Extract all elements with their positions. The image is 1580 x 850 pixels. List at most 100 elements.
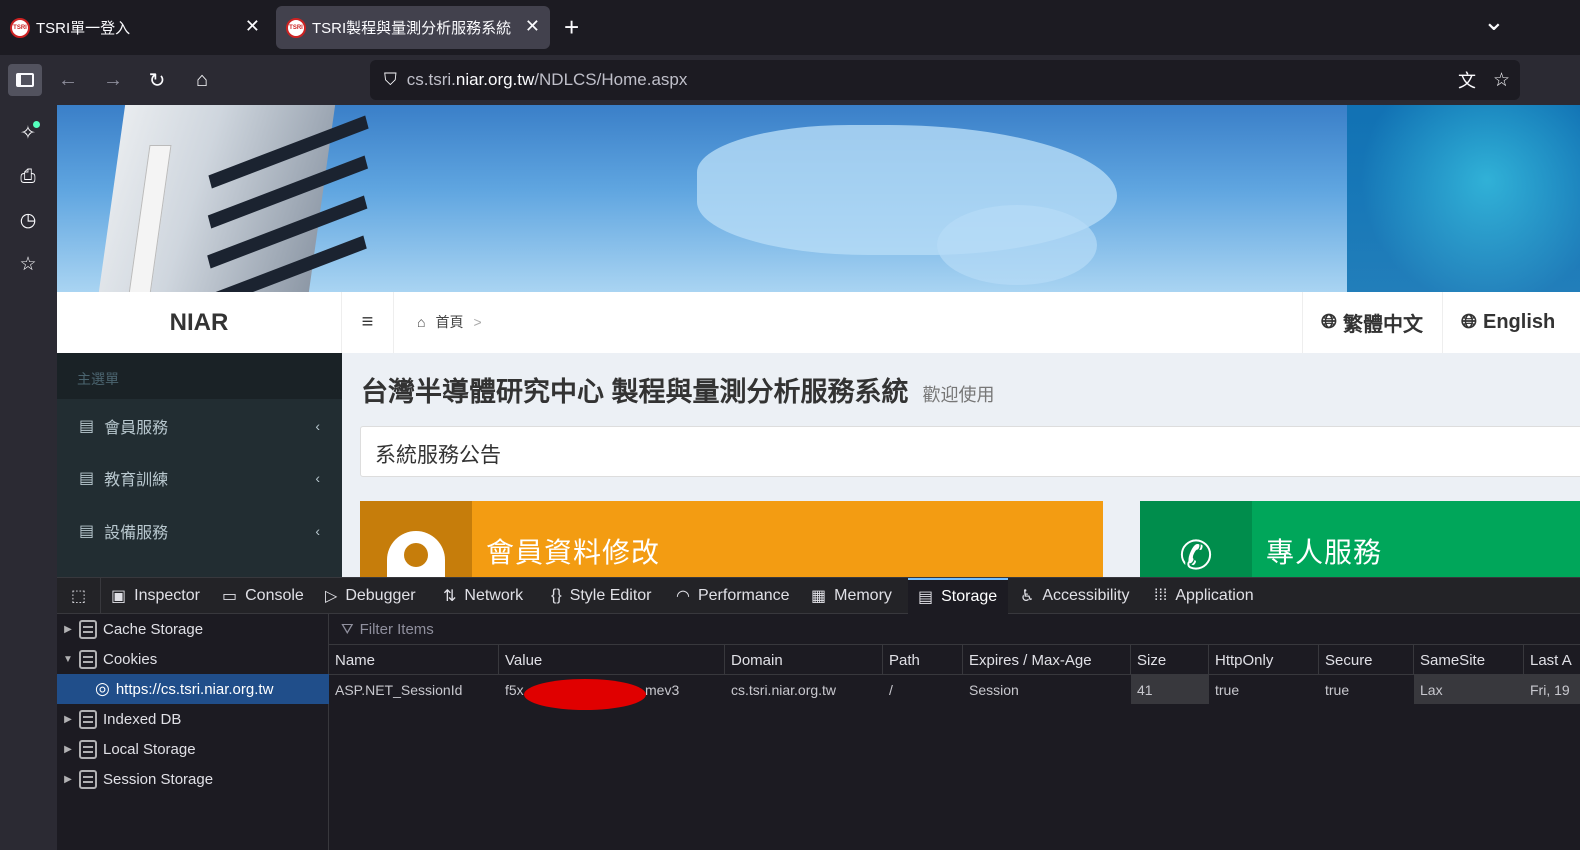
new-tab-button[interactable]: + bbox=[564, 12, 579, 43]
tab-network[interactable]: ⇅ Network bbox=[433, 578, 533, 614]
service-notice-panel: 系統服務公告 bbox=[360, 426, 1580, 477]
cell-domain: cs.tsri.niar.org.tw bbox=[731, 681, 837, 698]
page-title: 台灣半導體研究中心 製程與量測分析服務系統 歡迎使用 bbox=[361, 370, 995, 409]
lang-en-button[interactable]: 🌐︎ English bbox=[1442, 292, 1580, 353]
memory-icon: ▦ bbox=[811, 588, 827, 605]
tree-label: Local Storage bbox=[103, 740, 196, 758]
tree-indexed-db[interactable]: ▶ Indexed DB bbox=[57, 704, 329, 734]
menu-item-education[interactable]: ▤ 教育訓練 ‹ bbox=[57, 452, 342, 504]
synced-tabs-icon[interactable]: ⎙ bbox=[12, 161, 44, 193]
bookmark-star-icon[interactable]: ☆ bbox=[1493, 69, 1510, 92]
redaction-mark bbox=[524, 679, 646, 710]
collapse-arrow-icon[interactable]: ▼ bbox=[57, 654, 79, 665]
tab-application[interactable]: ⁞⁞⁞ Application bbox=[1144, 578, 1264, 614]
pick-element-icon: ⬚ bbox=[70, 588, 87, 605]
menu-item-member[interactable]: ▤ 會員服務 ‹ bbox=[57, 400, 342, 452]
col-httponly[interactable]: HttpOnly bbox=[1209, 645, 1319, 675]
home-button[interactable]: ⌂ bbox=[186, 64, 218, 96]
tab-inspector[interactable]: ▣ Inspector bbox=[101, 578, 210, 614]
building-image bbox=[98, 105, 369, 292]
tab-accessibility[interactable]: ♿︎ Accessibility bbox=[1010, 578, 1139, 614]
col-name[interactable]: Name bbox=[329, 645, 499, 675]
tab-storage[interactable]: ▤ Storage bbox=[908, 578, 1008, 614]
lang-en-label: English bbox=[1483, 311, 1556, 333]
lang-zh-button[interactable]: 🌐︎ 繁體中文 bbox=[1302, 292, 1442, 353]
translate-icon[interactable]: 文 bbox=[1458, 67, 1476, 93]
card-personal-service[interactable]: ✆ 專人服務 bbox=[1140, 501, 1580, 577]
menu-toggle-button[interactable]: ≡ bbox=[342, 292, 394, 353]
browser-sidebar: ✧ ⎙ ◷ ☆ bbox=[0, 105, 57, 850]
url-host: cs.tsri. bbox=[406, 70, 456, 89]
sidebar-toggle-button[interactable] bbox=[8, 64, 42, 96]
card-member-profile[interactable]: 會員資料修改 bbox=[360, 501, 1103, 577]
inspector-icon: ▣ bbox=[111, 588, 127, 605]
col-expires[interactable]: Expires / Max-Age bbox=[963, 645, 1131, 675]
tree-local-storage[interactable]: ▶ Local Storage bbox=[57, 734, 329, 764]
tree-cache-storage[interactable]: ▶ Cache Storage bbox=[57, 614, 329, 644]
forward-button[interactable]: → bbox=[97, 64, 129, 96]
database-icon bbox=[79, 769, 97, 789]
site-logo[interactable]: NIAR bbox=[57, 292, 342, 353]
expand-arrow-icon[interactable]: ▶ bbox=[57, 624, 79, 635]
console-icon: ▭ bbox=[222, 588, 238, 605]
cookie-table-panel: ⛛ Filter Items Name Value Domain Path Exp… bbox=[329, 614, 1580, 850]
tsri-favicon-icon: TSRI bbox=[286, 17, 306, 38]
reload-button[interactable]: ↻ bbox=[141, 64, 173, 96]
devtools-panel: ⬚ ▣ Inspector ▭ Console ▷ Debugger ⇅ Network… bbox=[57, 577, 1580, 850]
menu-item-label: 設備服務 bbox=[104, 525, 169, 542]
breadcrumb-separator: > bbox=[473, 314, 482, 330]
arrow-right-icon: → bbox=[103, 68, 123, 91]
book-icon: ▤ bbox=[79, 470, 95, 487]
accessibility-icon: ♿︎ bbox=[1020, 588, 1035, 605]
menu-item-label: 會員服務 bbox=[104, 420, 169, 437]
col-secure[interactable]: Secure bbox=[1319, 645, 1414, 675]
hamburger-icon: ≡ bbox=[361, 311, 374, 333]
cell-samesite: Lax bbox=[1414, 675, 1524, 704]
tab-label: Style Editor bbox=[569, 587, 652, 604]
ai-chatbot-icon[interactable]: ✧ bbox=[12, 117, 44, 149]
tree-label: Cookies bbox=[103, 650, 158, 668]
expand-arrow-icon[interactable]: ▶ bbox=[57, 744, 79, 755]
cell-httponly: true bbox=[1215, 681, 1240, 698]
close-tab-icon[interactable]: ✕ bbox=[525, 16, 540, 37]
list-all-tabs-button[interactable]: ⌄ bbox=[1483, 6, 1505, 37]
tree-cookies[interactable]: ▼ Cookies bbox=[57, 644, 329, 674]
filter-placeholder: Filter Items bbox=[359, 620, 434, 638]
breadcrumb: ⌂ 首頁 > bbox=[417, 312, 482, 332]
col-last-accessed[interactable]: Last A bbox=[1524, 645, 1580, 675]
bookmarks-icon[interactable]: ☆ bbox=[12, 248, 44, 280]
tree-session-storage[interactable]: ▶ Session Storage bbox=[57, 764, 329, 794]
card-label: 專人服務 bbox=[1266, 537, 1383, 568]
col-domain[interactable]: Domain bbox=[725, 645, 883, 675]
tab-style-editor[interactable]: {} Style Editor bbox=[541, 578, 662, 614]
storage-icon: ▤ bbox=[918, 589, 934, 606]
breadcrumb-home[interactable]: 首頁 bbox=[435, 312, 463, 332]
expand-arrow-icon[interactable]: ▶ bbox=[57, 714, 79, 725]
web-page: NIAR ≡ ⌂ 首頁 > 🌐︎ 繁體中文 🌐︎ English 主選單 ▤ 會員服… bbox=[57, 105, 1580, 577]
col-value[interactable]: Value bbox=[499, 645, 725, 675]
tree-label: Indexed DB bbox=[103, 710, 182, 728]
element-picker-button[interactable]: ⬚ bbox=[57, 578, 101, 614]
tab-console[interactable]: ▭ Console bbox=[212, 578, 314, 614]
col-samesite[interactable]: SameSite bbox=[1414, 645, 1524, 675]
tab-tsri-system[interactable]: TSRI TSRI製程與量測分析服務系統 ✕ bbox=[276, 6, 550, 49]
tab-label: Network bbox=[464, 587, 524, 604]
tab-tsri-login[interactable]: TSRI TSRI單一登入 ✕ bbox=[0, 6, 270, 49]
filter-items-input[interactable]: ⛛ Filter Items bbox=[329, 614, 1580, 645]
tsri-favicon-icon: TSRI bbox=[10, 17, 30, 38]
tab-performance[interactable]: ◠ Performance bbox=[666, 578, 800, 614]
tab-memory[interactable]: ▦ Memory bbox=[801, 578, 902, 614]
database-icon bbox=[79, 649, 97, 669]
back-button[interactable]: ← bbox=[52, 64, 84, 96]
tab-debugger[interactable]: ▷ Debugger bbox=[315, 578, 426, 614]
close-tab-icon[interactable]: ✕ bbox=[245, 16, 260, 37]
tree-cookie-origin[interactable]: ◎ https://cs.tsri.niar.org.tw bbox=[57, 674, 329, 704]
expand-arrow-icon[interactable]: ▶ bbox=[57, 774, 79, 785]
database-icon bbox=[79, 619, 97, 639]
col-size[interactable]: Size bbox=[1131, 645, 1209, 675]
col-path[interactable]: Path bbox=[883, 645, 963, 675]
tree-label: Cache Storage bbox=[103, 620, 204, 638]
url-bar[interactable]: ⛉ cs.tsri. niar.org.tw/NDLCS/Home.aspx 文 … bbox=[370, 60, 1520, 100]
history-icon[interactable]: ◷ bbox=[12, 204, 44, 236]
menu-item-equipment[interactable]: ▤ 設備服務 ‹ bbox=[57, 505, 342, 557]
